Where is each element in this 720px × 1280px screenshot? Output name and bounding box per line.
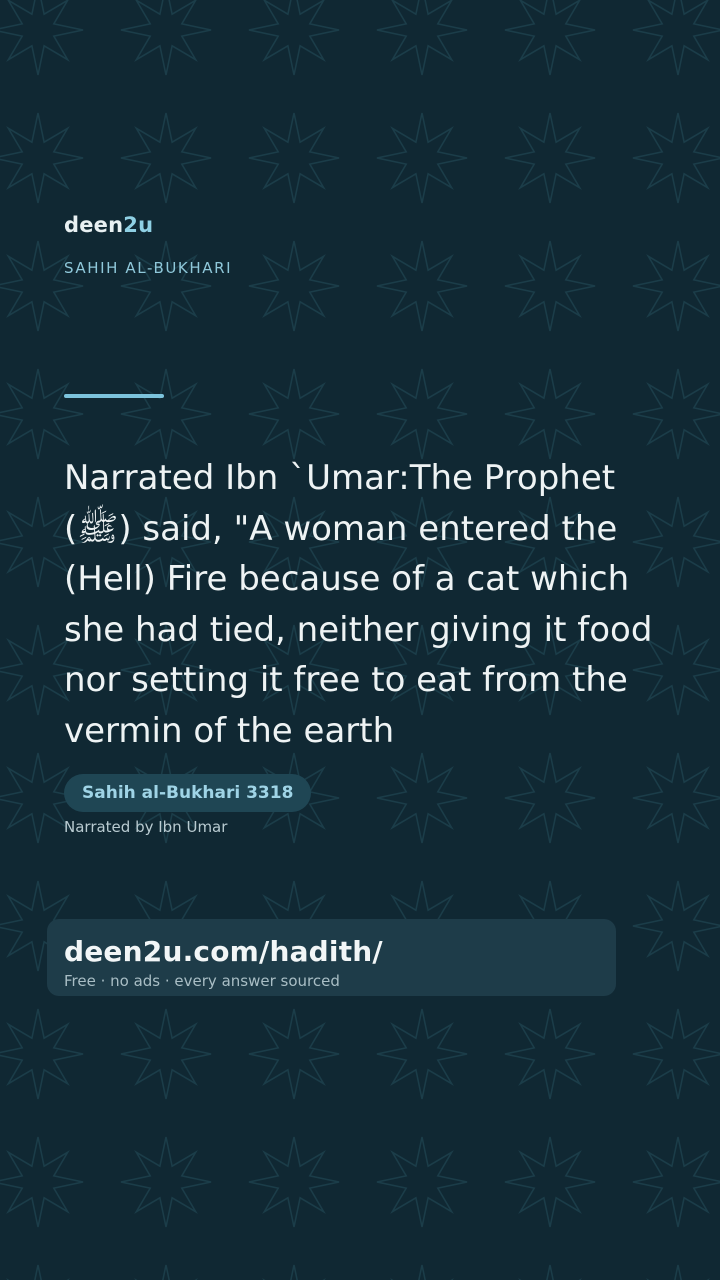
brand-name-suffix: 2u xyxy=(123,213,154,237)
cta-tagline: Free · no ads · every answer sourced xyxy=(64,972,340,990)
brand-logo: deen2u xyxy=(64,213,153,237)
collection-label: SAHIH AL-BUKHARI xyxy=(64,259,233,277)
website-cta-card[interactable]: deen2u.com/hadith/ Free · no ads · every… xyxy=(47,919,616,996)
website-url-link[interactable]: deen2u.com/hadith/ xyxy=(64,935,599,969)
accent-divider xyxy=(64,394,164,398)
hadith-reference-badge: Sahih al-Bukhari 3318 xyxy=(64,774,312,812)
brand-name-prefix: deen xyxy=(64,213,124,237)
hadith-share-card: deen2u SAHIH AL-BUKHARI Narrated Ibn `Um… xyxy=(0,0,720,1280)
narrator-caption: Narrated by Ibn Umar xyxy=(64,818,228,836)
hadith-text: Narrated Ibn `Umar:The Prophet (ﷺ) said,… xyxy=(64,458,653,751)
